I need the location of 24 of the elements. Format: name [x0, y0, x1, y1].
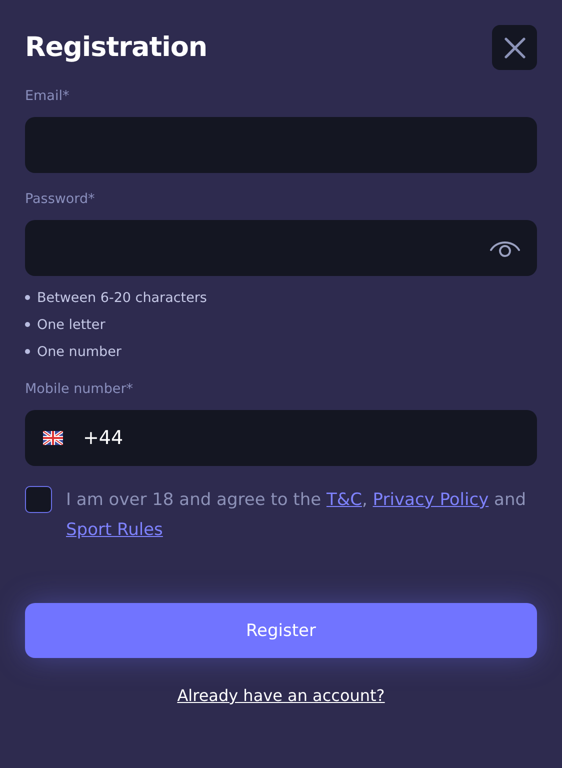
- phone-field[interactable]: +44: [25, 410, 537, 466]
- email-field[interactable]: [25, 117, 537, 173]
- link[interactable]: T&C: [326, 490, 362, 510]
- agreement-text: I am over 18 and agree to the T&C, Privacy Policy and Sport Rules: [66, 489, 528, 542]
- checkbox[interactable]: [25, 486, 52, 513]
- country-code: +44: [83, 427, 124, 449]
- hint-text: One number: [37, 344, 122, 360]
- register-button[interactable]: Register: [25, 603, 537, 658]
- close-button[interactable]: [492, 25, 537, 70]
- hint-text: Between 6-20 characters: [37, 290, 207, 306]
- login-link[interactable]: Already have an account?: [177, 686, 385, 705]
- bullet-icon: [25, 295, 30, 300]
- hint-text: One letter: [37, 316, 106, 332]
- flag-icon[interactable]: [43, 431, 63, 445]
- close-icon: [504, 36, 526, 58]
- link[interactable]: Sport Rules: [66, 520, 163, 540]
- field-label: Password*: [25, 191, 96, 209]
- link[interactable]: Privacy Policy: [372, 490, 489, 510]
- field-label: Mobile number*: [25, 381, 134, 399]
- bullet-icon: [25, 349, 30, 354]
- field-label: Email*: [25, 88, 70, 106]
- bullet-icon: [25, 322, 30, 327]
- password-field[interactable]: [25, 220, 537, 276]
- dialog-title: Registration: [25, 32, 208, 63]
